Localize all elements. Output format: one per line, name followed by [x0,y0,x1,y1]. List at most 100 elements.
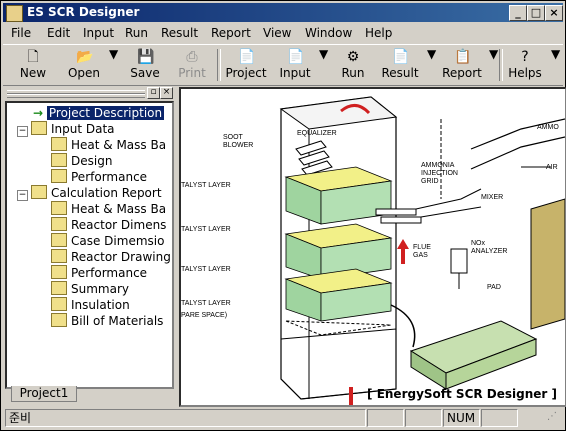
close-button[interactable]: × [545,5,563,21]
project-tree: → Project Description − Input Data Heat &… [5,101,174,389]
project-button[interactable]: 📄 Project [223,47,269,83]
window-title: ES SCR Designer [27,5,140,19]
tree-item-design[interactable]: Design [51,153,112,169]
tree-item-report-performance[interactable]: Performance [51,265,147,281]
app-icon [6,5,23,22]
document-icon [51,153,67,167]
menu-bar: File Edit Input Run Result Report View W… [3,24,563,42]
result-button[interactable]: 📄 Result [377,47,423,83]
collapse-icon[interactable]: − [17,190,28,201]
tree-item-calculation-report[interactable]: − Calculation Report [17,185,162,201]
label-air: AIR [546,164,558,171]
document-icon [51,297,67,311]
document-icon [51,169,67,183]
report-dropdown-arrow[interactable]: ▼ [489,47,498,83]
question-help-icon: ? [521,49,529,65]
input-button[interactable]: 📄 Input [275,47,315,83]
maximize-button[interactable]: □ [527,5,545,21]
label-equalizer: EQUALIZER [297,130,337,137]
save-button[interactable]: 💾 Save [125,47,165,83]
project-icon: 📄 [238,49,256,65]
toolbar-separator [217,49,221,81]
document-icon [51,313,67,327]
tree-item-bill-of-materials[interactable]: Bill of Materials [51,313,163,329]
status-bar: 준비 NUM ⋰ [3,407,563,427]
run-gear-icon: ⚙ [346,49,360,65]
tree-item-case-dimensions[interactable]: Case Dimemsio [51,233,164,249]
label-gas: GAS [413,252,428,259]
floppy-save-icon: 💾 [137,49,155,65]
tree-item-heat-mass-balance[interactable]: Heat & Mass Ba [51,137,166,153]
document-icon [51,137,67,151]
document-icon [51,281,67,295]
tree-item-performance[interactable]: Performance [51,169,147,185]
input-icon: 📄 [287,49,305,65]
toolbar-separator [499,49,503,81]
label-grid: GRID [421,178,439,185]
label-analyzer: ANALYZER [471,248,507,255]
open-dropdown-arrow[interactable]: ▼ [109,47,118,83]
menu-result[interactable]: Result [161,26,198,40]
minimize-button[interactable]: _ [509,5,527,21]
tree-tab-row: Project1 [5,386,174,403]
label-catalyst-4: TALYST LAYER [181,300,231,307]
label-flue: FLUE [413,244,431,251]
label-mixer: MIXER [481,194,503,201]
folder-icon [31,185,47,199]
folder-open-icon: 📂 [76,49,94,65]
project-tree-panel: ▫ × → Project Description − Input Data He… [5,87,174,403]
result-dropdown-arrow[interactable]: ▼ [427,47,436,83]
document-icon [51,217,67,231]
tree-item-report-heat-mass-balance[interactable]: Heat & Mass Ba [51,201,166,217]
open-button[interactable]: 📂 Open [61,47,107,83]
status-pane [367,409,404,427]
toolbar: 🗋 New 📂 Open ▼ 💾 Save ⎙ Print 📄 Project … [3,44,563,86]
panel-restore-button[interactable]: ▫ [147,87,160,99]
panel-header: ▫ × [5,87,174,99]
printer-icon: ⎙ [186,49,198,65]
label-soot-blower: SOOT [223,134,244,141]
new-document-icon: 🗋 [27,49,39,65]
panel-close-button[interactable]: × [160,87,173,99]
menu-run[interactable]: Run [125,26,148,40]
print-button[interactable]: ⎙ Print [173,47,211,83]
status-pane [481,409,518,427]
label-catalyst-3: TALYST LAYER [181,266,231,273]
scr-reactor-drawing: SOOT BLOWER EQUALIZER AMMONIA INJECTION … [179,87,566,407]
panel-grip[interactable] [7,94,145,98]
label-spare-space: PARE SPACE) [181,312,227,319]
menu-file[interactable]: File [11,26,31,40]
helps-button[interactable]: ? Helps [505,47,545,83]
menu-help[interactable]: Help [365,26,392,40]
result-icon: 📄 [392,49,410,65]
helps-dropdown-arrow[interactable]: ▼ [551,47,560,83]
title-bar: ES SCR Designer _ □ × [3,3,563,22]
report-icon: 📋 [454,49,472,65]
menu-view[interactable]: View [263,26,291,40]
menu-report[interactable]: Report [211,26,251,40]
tree-item-summary[interactable]: Summary [51,281,129,297]
resize-grip[interactable]: ⋰ [547,411,557,422]
run-button[interactable]: ⚙ Run [335,47,371,83]
status-pane [405,409,442,427]
new-button[interactable]: 🗋 New [13,47,53,83]
collapse-icon[interactable]: − [17,126,28,137]
drawing-caption: [ EnergySoft SCR Designer ] [367,387,557,401]
tree-item-insulation[interactable]: Insulation [51,297,130,313]
tree-item-reactor-dimensions[interactable]: Reactor Dimens [51,217,166,233]
tree-item-project-description[interactable]: → Project Description [33,105,165,121]
document-icon [51,233,67,247]
label-catalyst-1: TALYST LAYER [181,182,231,189]
tree-item-input-data[interactable]: − Input Data [17,121,115,137]
tree-item-reactor-drawing[interactable]: Reactor Drawing [51,249,171,265]
menu-edit[interactable]: Edit [47,26,70,40]
menu-input[interactable]: Input [83,26,114,40]
label-catalyst-2: TALYST LAYER [181,226,231,233]
reactor-illustration: SOOT BLOWER EQUALIZER AMMONIA INJECTION … [181,96,565,405]
input-dropdown-arrow[interactable]: ▼ [319,47,328,83]
tab-project1[interactable]: Project1 [11,386,77,402]
label-nox: NOx [471,240,486,247]
document-icon [51,265,67,279]
menu-window[interactable]: Window [305,26,352,40]
report-button[interactable]: 📋 Report [439,47,485,83]
